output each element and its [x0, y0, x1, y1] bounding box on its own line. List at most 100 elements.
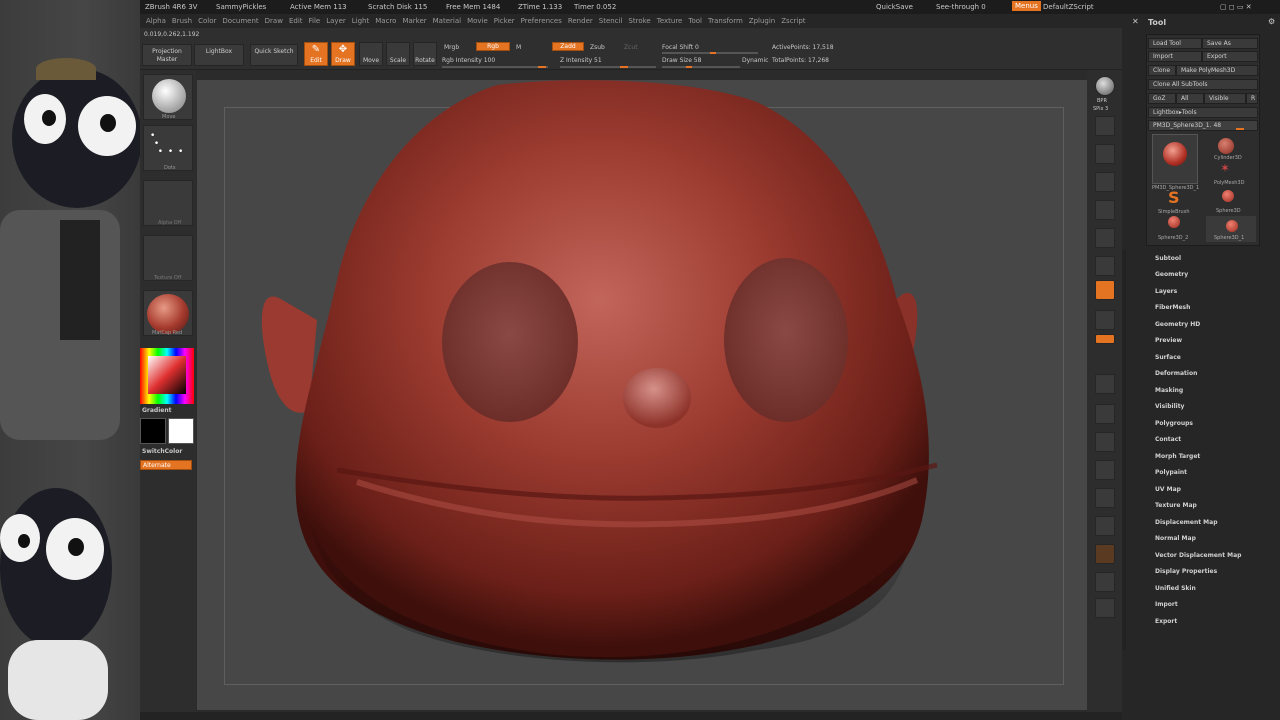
menu-polygroups[interactable]: Polygroups	[1155, 420, 1193, 427]
menu-geometry[interactable]: Geometry	[1155, 271, 1188, 278]
xyz-button[interactable]	[1095, 334, 1115, 344]
menu-texture-map[interactable]: Texture Map	[1155, 502, 1197, 509]
tray-gear-icon[interactable]: ⚙	[1268, 17, 1275, 26]
material-thumbnail[interactable]: MatCap Red	[143, 290, 193, 336]
menu-contact[interactable]: Contact	[1155, 436, 1181, 443]
lightbox-tools-button[interactable]: Lightbox▸Tools	[1148, 107, 1258, 118]
xpose-button[interactable]	[1095, 598, 1115, 618]
rgb-intensity-slider[interactable]: Rgb Intensity 100	[442, 57, 495, 64]
all-button[interactable]: All	[1176, 93, 1204, 104]
alpha-thumbnail[interactable]: Alpha Off	[143, 180, 193, 226]
menu-preview[interactable]: Preview	[1155, 337, 1182, 344]
menu-tool[interactable]: Tool	[688, 17, 702, 25]
seethrough-slider[interactable]: See-through 0	[936, 3, 986, 11]
window-controls[interactable]: ▢ ◻ ▭ ✕	[1220, 3, 1252, 11]
dynamic-button[interactable]: Dynamic	[742, 57, 768, 64]
draw-size-slider[interactable]: Draw Size 58	[662, 57, 701, 64]
sphere3d-2-icon[interactable]	[1168, 216, 1180, 228]
projection-master-button[interactable]: Projection Master	[142, 44, 192, 66]
polyf-button[interactable]	[1095, 488, 1115, 508]
menu-brush[interactable]: Brush	[172, 17, 192, 25]
r-button[interactable]: R	[1246, 93, 1258, 104]
export-button[interactable]: Export	[1202, 51, 1258, 62]
tray-close-icon[interactable]: ✕	[1132, 17, 1139, 26]
menu-visibility[interactable]: Visibility	[1155, 403, 1184, 410]
menus-button[interactable]: Menus	[1012, 1, 1041, 11]
menu-displacement-map[interactable]: Displacement Map	[1155, 519, 1218, 526]
menu-edit[interactable]: Edit	[289, 17, 303, 25]
menu-stroke[interactable]: Stroke	[628, 17, 650, 25]
actual-button[interactable]	[1095, 172, 1115, 192]
default-zscript-button[interactable]: DefaultZScript	[1043, 3, 1094, 11]
move-button[interactable]: Move	[359, 42, 383, 66]
menu-export[interactable]: Export	[1155, 618, 1177, 625]
rotate-view-button[interactable]	[1095, 460, 1115, 480]
stroke-thumbnail[interactable]: • • • • • Dots	[143, 125, 193, 171]
scroll-button[interactable]	[1095, 116, 1115, 136]
polymesh3d-icon[interactable]: ✶	[1220, 162, 1232, 174]
menu-texture[interactable]: Texture	[657, 17, 683, 25]
persp-button[interactable]	[1095, 228, 1115, 248]
zadd-button[interactable]: Zadd	[552, 42, 584, 51]
load-tool-button[interactable]: Load Tool	[1148, 38, 1202, 49]
menu-preferences[interactable]: Preferences	[521, 17, 562, 25]
switch-color-button[interactable]: SwitchColor	[142, 448, 182, 455]
menu-uv-map[interactable]: UV Map	[1155, 486, 1181, 493]
gradient-button[interactable]: Gradient	[142, 407, 172, 414]
menu-zplugin[interactable]: Zplugin	[749, 17, 775, 25]
simplebrush-icon[interactable]: S	[1168, 190, 1184, 206]
ghost-button[interactable]	[1095, 544, 1115, 564]
menu-display-properties[interactable]: Display Properties	[1155, 568, 1217, 575]
scale-button[interactable]: Scale	[386, 42, 410, 66]
menu-import[interactable]: Import	[1155, 601, 1178, 608]
menu-layer[interactable]: Layer	[326, 17, 346, 25]
floor-button[interactable]	[1095, 256, 1115, 276]
rotate-button[interactable]: Rotate	[413, 42, 437, 66]
menu-picker[interactable]: Picker	[494, 17, 515, 25]
transp-button[interactable]	[1095, 516, 1115, 536]
local-button[interactable]	[1095, 280, 1115, 300]
make-polymesh-button[interactable]: Make PolyMesh3D	[1176, 65, 1258, 76]
texture-thumbnail[interactable]: Texture Off	[143, 235, 193, 281]
menu-surface[interactable]: Surface	[1155, 354, 1181, 361]
cylinder3d-icon[interactable]	[1218, 138, 1234, 154]
save-as-button[interactable]: Save As	[1202, 38, 1258, 49]
clone-button[interactable]: Clone	[1148, 65, 1176, 76]
menu-unified-skin[interactable]: Unified Skin	[1155, 585, 1196, 592]
mrgb-button[interactable]: Mrgb	[444, 44, 459, 51]
aahalf-button[interactable]	[1095, 200, 1115, 220]
menu-macro[interactable]: Macro	[375, 17, 396, 25]
menu-masking[interactable]: Masking	[1155, 387, 1183, 394]
menu-document[interactable]: Document	[222, 17, 258, 25]
color-picker[interactable]	[140, 348, 194, 404]
zcut-button[interactable]: Zcut	[624, 44, 638, 51]
import-button[interactable]: Import	[1148, 51, 1202, 62]
clone-all-subtools-button[interactable]: Clone All SubTools	[1148, 79, 1258, 90]
menu-zscript[interactable]: Zscript	[781, 17, 805, 25]
menu-polypaint[interactable]: Polypaint	[1155, 469, 1187, 476]
quick-sketch-button[interactable]: Quick Sketch	[250, 44, 298, 66]
goz-button[interactable]: GoZ	[1148, 93, 1176, 104]
menu-morph-target[interactable]: Morph Target	[1155, 453, 1200, 460]
rgb-button[interactable]: Rgb	[476, 42, 510, 51]
visible-button[interactable]: Visible	[1204, 93, 1246, 104]
lightbox-button[interactable]: LightBox	[194, 44, 244, 66]
menu-normal-map[interactable]: Normal Map	[1155, 535, 1196, 542]
draw-button[interactable]: ✥ Draw	[331, 42, 355, 66]
frame-button[interactable]	[1095, 374, 1115, 394]
lsym-button[interactable]	[1095, 310, 1115, 330]
menu-transform[interactable]: Transform	[708, 17, 743, 25]
main-color-swatch[interactable]	[140, 418, 166, 444]
menu-color[interactable]: Color	[198, 17, 216, 25]
menu-marker[interactable]: Marker	[402, 17, 426, 25]
menu-subtool[interactable]: Subtool	[1155, 255, 1181, 262]
menu-layers[interactable]: Layers	[1155, 288, 1177, 295]
brush-thumbnail[interactable]: Move	[143, 74, 193, 120]
scale-view-button[interactable]	[1095, 432, 1115, 452]
menu-render[interactable]: Render	[568, 17, 593, 25]
sphere3d-icon[interactable]	[1222, 190, 1234, 202]
quicksave-button[interactable]: QuickSave	[876, 3, 913, 11]
menu-deformation[interactable]: Deformation	[1155, 370, 1197, 377]
menu-file[interactable]: File	[309, 17, 321, 25]
solo-button[interactable]	[1095, 572, 1115, 592]
